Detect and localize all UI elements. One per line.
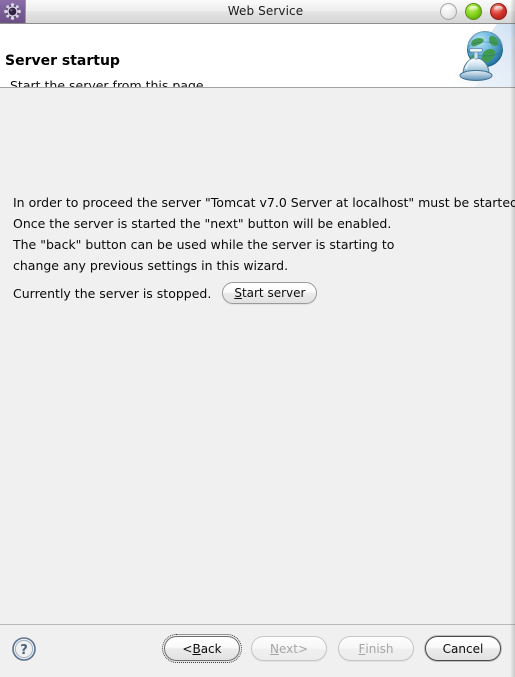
app-icon-container — [0, 0, 26, 23]
page-subtitle: Start the server from this page. — [10, 78, 208, 88]
next-label: ext — [278, 641, 298, 656]
wizard-body: In order to proceed the server "Tomcat v… — [0, 88, 515, 624]
minimize-button[interactable] — [440, 3, 457, 20]
body-paragraph: The "back" button can be used while the … — [13, 237, 395, 252]
close-button[interactable] — [490, 3, 507, 20]
web-service-wizard-window: Web Service Server startup Start the ser… — [0, 0, 515, 677]
start-server-mnemonic: S — [234, 286, 242, 300]
next-mnemonic: N — [269, 641, 279, 656]
finish-label: inish — [365, 641, 394, 656]
title-bar: Web Service — [0, 0, 515, 24]
page-title: Server startup — [5, 53, 120, 69]
back-button[interactable]: < Back — [162, 634, 242, 663]
server-status-text: Currently the server is stopped. — [13, 285, 212, 301]
finish-mnemonic: F — [358, 641, 366, 656]
body-paragraph: change any previous settings in this wiz… — [13, 258, 289, 273]
help-question-icon[interactable]: ? — [11, 636, 37, 662]
server-globe-icon — [451, 24, 515, 87]
server-status-row: Currently the server is stopped. Start s… — [13, 282, 318, 304]
next-button: Next > — [251, 636, 327, 661]
cancel-button[interactable]: Cancel — [425, 636, 501, 661]
start-server-button[interactable]: Start server — [222, 282, 318, 304]
maximize-button[interactable] — [465, 3, 482, 20]
finish-button: Finish — [338, 636, 414, 661]
gear-icon — [4, 3, 21, 20]
body-paragraph: In order to proceed the server "Tomcat v… — [13, 195, 515, 210]
wizard-header: Server startup Start the server from thi… — [0, 24, 515, 88]
back-mnemonic: B — [192, 641, 201, 656]
svg-text:?: ? — [20, 643, 28, 658]
cancel-label: Cancel — [442, 641, 484, 656]
start-server-label: tart server — [241, 286, 306, 300]
wizard-nav-buttons: < Back Next > Finish Cancel — [162, 634, 501, 663]
wizard-footer: ? < Back Next > Finish Cancel — [0, 624, 515, 676]
window-controls — [440, 3, 507, 20]
body-paragraph: Once the server is started the "next" bu… — [13, 216, 392, 231]
next-suffix: > — [297, 641, 309, 656]
back-prefix: < — [182, 641, 193, 656]
back-label: ack — [200, 641, 222, 656]
